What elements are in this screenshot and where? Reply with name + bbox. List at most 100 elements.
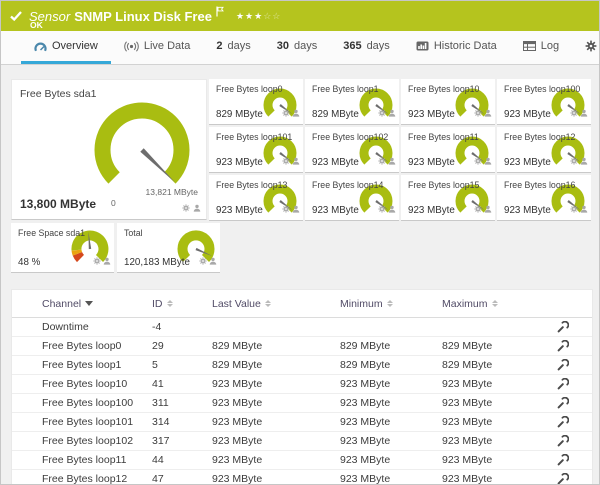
status-ok-check-icon <box>10 8 22 26</box>
table-row[interactable]: Free Bytes loop100311923 MByte923 MByte9… <box>12 394 592 413</box>
channel-settings-wrench-icon[interactable] <box>557 378 592 390</box>
user-icon[interactable] <box>580 152 588 170</box>
tab-historic-data[interactable]: Historic Data <box>403 31 510 64</box>
tab-overview[interactable]: Overview <box>21 31 111 64</box>
gauge-value: 923 MByte <box>312 205 359 216</box>
user-icon[interactable] <box>388 104 396 122</box>
table-row[interactable]: Free Bytes loop1144923 MByte923 MByte923… <box>12 451 592 470</box>
cell-id: 44 <box>152 454 212 466</box>
gauge-tile[interactable]: Free Bytes loop1829 MByte <box>305 79 399 125</box>
sensor-header: SensorSNMP Linux Disk Free ★★★☆☆ OK <box>1 1 599 31</box>
column-header-channel[interactable]: Channel <box>42 298 152 310</box>
user-icon[interactable] <box>209 252 217 270</box>
gear-icon[interactable] <box>570 152 578 170</box>
cell-max: 829 MByte <box>442 340 557 352</box>
cell-channel: Free Bytes loop102 <box>42 435 152 447</box>
tab-label: days <box>227 40 250 52</box>
gear-icon[interactable] <box>474 104 482 122</box>
gauge-tile[interactable]: Free Space sda148 % <box>11 223 114 273</box>
channel-settings-wrench-icon[interactable] <box>557 473 592 485</box>
gauge-tile[interactable]: Free Bytes loop14 923 MByte <box>305 175 399 221</box>
column-header-last value[interactable]: Last Value <box>212 298 340 310</box>
user-icon[interactable] <box>292 104 300 122</box>
user-icon[interactable] <box>484 200 492 218</box>
gear-icon[interactable] <box>282 104 290 122</box>
cell-min: 923 MByte <box>340 473 442 485</box>
gear-icon[interactable] <box>378 152 386 170</box>
user-icon[interactable] <box>388 152 396 170</box>
table-row[interactable]: Free Bytes loop1041923 MByte923 MByte923… <box>12 375 592 394</box>
tab-30-days[interactable]: 30days <box>264 31 331 64</box>
table-row[interactable]: Free Bytes loop102317923 MByte923 MByte9… <box>12 432 592 451</box>
cell-max: 923 MByte <box>442 416 557 428</box>
cell-id: 311 <box>152 397 212 409</box>
table-row[interactable]: Downtime-4 <box>12 318 592 337</box>
cell-channel: Free Bytes loop12 <box>42 473 152 485</box>
tab-2-days[interactable]: 2days <box>203 31 263 64</box>
gauge-label: Free Bytes loop0 <box>216 84 283 94</box>
priority-stars[interactable]: ★★★☆☆ <box>236 11 281 21</box>
table-row[interactable]: Free Bytes loop1247923 MByte923 MByte923… <box>12 470 592 485</box>
gear-icon[interactable] <box>93 252 101 270</box>
user-icon[interactable] <box>484 152 492 170</box>
user-icon[interactable] <box>103 252 111 270</box>
gauge-tile[interactable]: Free Bytes loop15923 MByte <box>401 175 495 221</box>
gauge-tile[interactable]: Free Bytes loop12923 MByte <box>497 127 591 173</box>
tab-365-days[interactable]: 365days <box>330 31 403 64</box>
gauge-tile[interactable]: Free Bytes loop0829 MByte <box>209 79 303 125</box>
tab-label: Live Data <box>144 40 190 52</box>
gear-icon[interactable] <box>570 200 578 218</box>
channel-settings-wrench-icon[interactable] <box>557 416 592 428</box>
tab-log[interactable]: Log <box>510 31 572 64</box>
channel-settings-wrench-icon[interactable] <box>557 435 592 447</box>
gear-icon[interactable] <box>378 200 386 218</box>
channel-settings-wrench-icon[interactable] <box>557 340 592 352</box>
sensor-title: SNMP Linux Disk Free <box>74 9 212 24</box>
gauge-label: Free Bytes loop14 <box>312 180 383 190</box>
gauge-value: 923 MByte <box>504 157 551 168</box>
flag-icon[interactable] <box>216 5 224 20</box>
gear-icon[interactable] <box>474 152 482 170</box>
channel-settings-wrench-icon[interactable] <box>557 397 592 409</box>
cell-channel: Free Bytes loop100 <box>42 397 152 409</box>
gear-icon[interactable] <box>282 152 290 170</box>
table-row[interactable]: Free Bytes loop101314923 MByte923 MByte9… <box>12 413 592 432</box>
column-header-maximum[interactable]: Maximum <box>442 298 557 310</box>
user-icon[interactable] <box>292 200 300 218</box>
tab-settings[interactable]: Settings <box>572 31 600 64</box>
user-icon[interactable] <box>580 200 588 218</box>
channel-settings-wrench-icon[interactable] <box>557 454 592 466</box>
gauge-tile[interactable]: Free Bytes loop16923 MByte <box>497 175 591 221</box>
cell-id: 41 <box>152 378 212 390</box>
gauge-card-main[interactable]: Free Bytes sda1 13,800 MByte 0 13,821 MB… <box>11 79 207 220</box>
table-header-row: ChannelIDLast ValueMinimumMaximum <box>12 290 592 318</box>
gauge-value: 923 MByte <box>408 205 455 216</box>
gear-icon[interactable] <box>570 104 578 122</box>
gear-icon[interactable] <box>378 104 386 122</box>
user-icon[interactable] <box>484 104 492 122</box>
gauge-value: 923 MByte <box>216 205 263 216</box>
gear-icon[interactable] <box>282 200 290 218</box>
gear-icon[interactable] <box>474 200 482 218</box>
table-row[interactable]: Free Bytes loop029829 MByte829 MByte829 … <box>12 337 592 356</box>
user-icon[interactable] <box>580 104 588 122</box>
gauge-tile[interactable]: Free Bytes loop100923 MByte <box>497 79 591 125</box>
gear-icon[interactable] <box>182 199 190 217</box>
gauge-tile[interactable]: Free Bytes loop13923 MByte <box>209 175 303 221</box>
gear-icon[interactable] <box>199 252 207 270</box>
gauge-tile[interactable]: Free Bytes loop11923 MByte <box>401 127 495 173</box>
table-row[interactable]: Free Bytes loop15829 MByte829 MByte829 M… <box>12 356 592 375</box>
cell-last: 923 MByte <box>212 473 340 485</box>
user-icon[interactable] <box>292 152 300 170</box>
gauge-tile[interactable]: Free Bytes loop101923 MByte <box>209 127 303 173</box>
user-icon[interactable] <box>388 200 396 218</box>
channel-settings-wrench-icon[interactable] <box>557 359 592 371</box>
user-icon[interactable] <box>193 199 201 217</box>
gauge-tile[interactable]: Free Bytes loop102923 MByte <box>305 127 399 173</box>
tab-live-data[interactable]: Live Data <box>111 31 203 64</box>
gauge-tile[interactable]: Total120,183 MByte <box>117 223 220 273</box>
gauge-tile[interactable]: Free Bytes loop10923 MByte <box>401 79 495 125</box>
channel-settings-wrench-icon[interactable] <box>557 321 592 333</box>
column-header-minimum[interactable]: Minimum <box>340 298 442 310</box>
column-header-id[interactable]: ID <box>152 298 212 310</box>
